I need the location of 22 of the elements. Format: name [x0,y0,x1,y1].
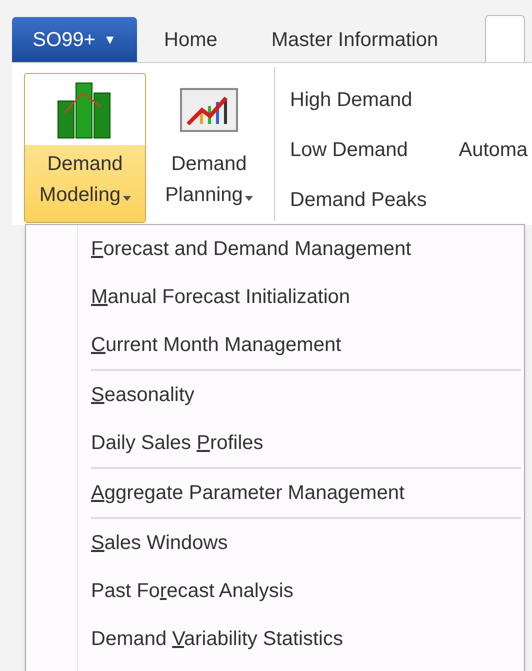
menu-item[interactable]: Aggregate Parameter Management [91,469,521,517]
menu-item[interactable]: Current Month Management [91,321,521,369]
ribbon-small-button[interactable]: High Demand [290,85,427,116]
menu-item[interactable]: Demand Variability Statistics [91,615,521,663]
ribbon-tab[interactable]: Home [137,17,244,62]
ribbon-large-button[interactable]: Demand Planning [148,73,270,223]
trend-chart-icon [180,88,238,132]
menu-item[interactable]: Seasonality [91,371,521,419]
menu-item[interactable]: Sales Windows [91,519,521,567]
ribbon-small-button[interactable]: Automa [458,135,528,166]
menu-item[interactable]: Manual Forecast Initialization [91,273,521,321]
ribbon-large-button[interactable]: Demand Modeling [24,73,146,223]
app-menu-button[interactable]: SO99+ ▼ [12,17,137,62]
ribbon-small-button[interactable]: Demand Peaks [290,185,427,216]
menu-item[interactable]: Forecast and Demand Management [91,225,521,273]
ribbon-tab[interactable] [485,15,526,62]
caret-icon [122,196,131,201]
menu-item[interactable]: Past Forecast Analysis [91,567,521,615]
ribbon-tab[interactable]: Master Information [244,17,466,62]
menu-item[interactable]: Daily Sales Profiles [91,419,521,467]
caret-icon [244,196,253,201]
ribbon-small-button[interactable]: Low Demand [290,135,427,166]
